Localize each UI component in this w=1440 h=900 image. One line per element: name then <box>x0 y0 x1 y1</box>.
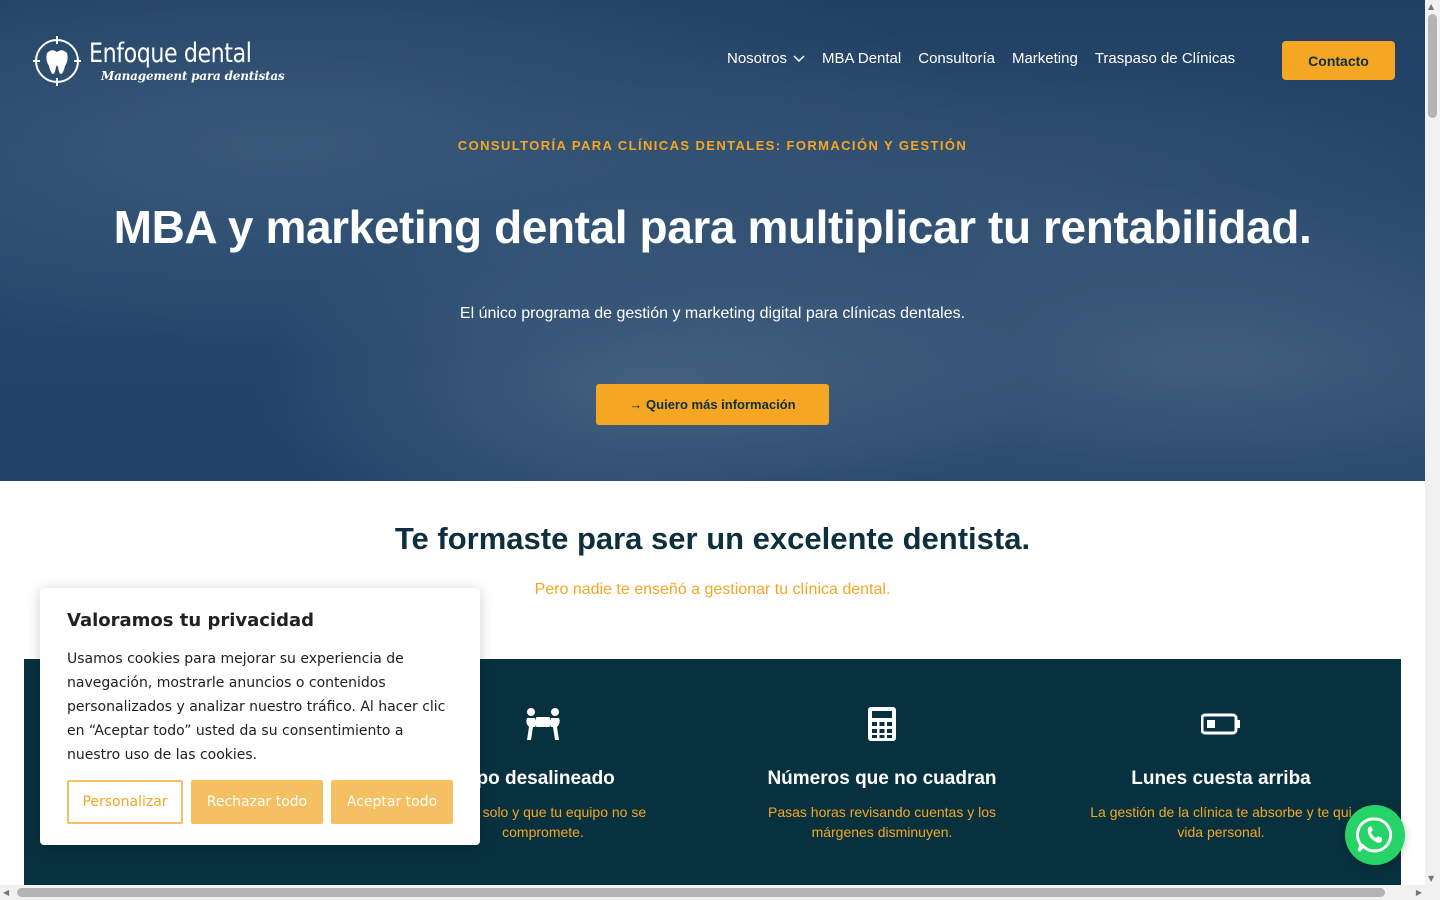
hero-section: Enfoque dental Management para dentistas… <box>0 0 1425 481</box>
feature-description: Pasas horas revisando cuentas y los márg… <box>767 804 996 840</box>
logo-name: Enfoque dental <box>89 38 252 69</box>
nav-item-mba-dental[interactable]: MBA Dental <box>822 50 901 67</box>
scroll-up-arrow-icon[interactable]: ▲ <box>1428 2 1434 11</box>
battery-low-icon <box>1201 713 1240 735</box>
hero-title: MBA y marketing dental para multiplicar … <box>113 201 1312 253</box>
site-header: Enfoque dental Management para dentistas… <box>0 0 1425 120</box>
nav-item-consultoria[interactable]: Consultoría <box>918 50 995 67</box>
nav-item-marketing[interactable]: Marketing <box>1012 50 1078 67</box>
cookie-text: Usamos cookies para mejorar su experienc… <box>67 651 446 763</box>
whatsapp-button[interactable] <box>1345 805 1405 865</box>
main-nav: Nosotros MBA Dental Consultoría Marketin… <box>727 50 1235 67</box>
nav-item-label: Nosotros <box>727 50 788 67</box>
chevron-down-icon <box>793 54 805 62</box>
nav-item-traspaso[interactable]: Traspaso de Clínicas <box>1095 50 1235 67</box>
accept-all-button[interactable]: Aceptar todo <box>331 780 453 824</box>
feature-title: Lunes cuesta arriba <box>1131 768 1311 789</box>
scroll-down-arrow-icon[interactable]: ▼ <box>1428 874 1434 883</box>
nav-item-nosotros[interactable]: Nosotros <box>727 50 805 67</box>
cookie-consent-banner: Valoramos tu privacidad Usamos cookies p… <box>40 588 480 845</box>
contact-button[interactable]: Contacto <box>1282 41 1395 80</box>
reject-all-button[interactable]: Rechazar todo <box>191 780 323 824</box>
tooth-logo-icon <box>33 36 81 86</box>
scrollbar-corner <box>1425 885 1440 900</box>
scroll-left-arrow-icon[interactable]: ◀ <box>3 888 9 897</box>
logo-tagline: Management para dentistas <box>101 69 285 83</box>
vertical-scrollbar-thumb[interactable] <box>1428 14 1437 118</box>
people-carry-icon <box>526 708 560 740</box>
customize-cookies-button[interactable]: Personalizar <box>67 780 183 824</box>
hero-eyebrow: CONSULTORÍA PARA CLÍNICAS DENTALES: FORM… <box>457 138 968 153</box>
cookie-actions: Personalizar Rechazar todo Aceptar todo <box>67 780 453 824</box>
calculator-icon <box>868 707 896 741</box>
intro-title: Te formaste para ser un excelente dentis… <box>394 521 1031 556</box>
feature-description: La gestión de la clínica te absorbe y te… <box>1090 804 1352 840</box>
whatsapp-icon <box>1355 817 1393 853</box>
scroll-right-arrow-icon[interactable]: ▶ <box>1416 888 1422 897</box>
more-info-button[interactable]: → Quiero más información <box>596 384 829 425</box>
cookie-title: Valoramos tu privacidad <box>67 610 315 631</box>
feature-title: Números que no cuadran <box>767 768 997 789</box>
horizontal-scrollbar[interactable]: ◀ ▶ <box>0 885 1425 900</box>
site-logo[interactable]: Enfoque dental Management para dentistas <box>33 36 287 86</box>
vertical-scrollbar[interactable]: ▲ ▼ <box>1425 0 1440 885</box>
hero-subtitle: El único programa de gestión y marketing… <box>459 305 966 322</box>
horizontal-scrollbar-thumb[interactable] <box>17 888 1385 897</box>
